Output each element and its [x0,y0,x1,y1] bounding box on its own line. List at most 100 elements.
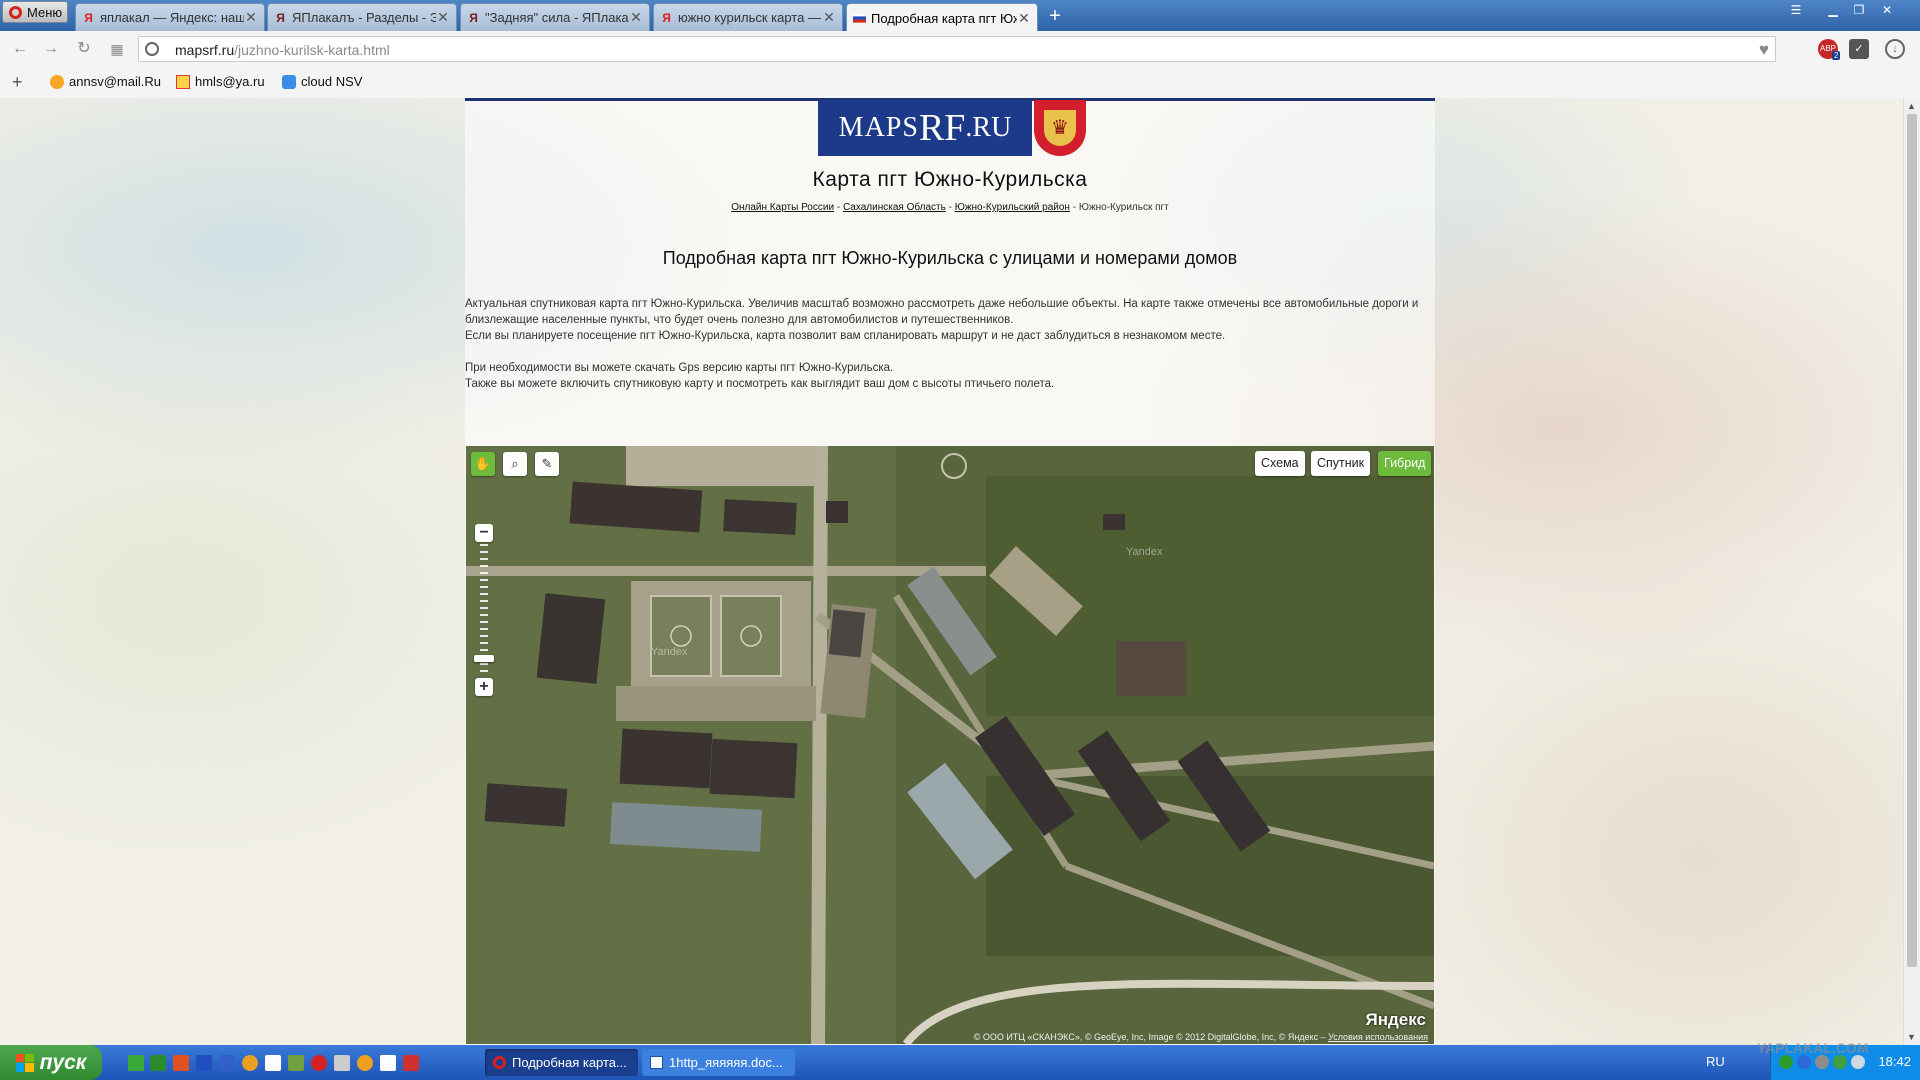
bookmark-label: hmls@ya.ru [195,74,265,89]
task-label: 1http_яяяяяя.doc... [669,1055,783,1070]
layer-scheme-button[interactable]: Схема [1255,451,1305,476]
tab-2[interactable]: Я ЯПлакалъ - Разделы - Э ✕ [267,3,457,31]
new-tab-button[interactable]: + [1044,5,1066,27]
minimize-icon[interactable]: ▁ [1822,2,1844,18]
forward-icon[interactable]: → [42,40,60,58]
menu-label: Меню [27,4,63,20]
close-tab-icon[interactable]: ✕ [436,9,450,26]
description-paragraph: Если вы планируете посещение пгт Южно-Ку… [465,330,1226,342]
tab-1[interactable]: Я яплакал — Яндекс: наш ✕ [75,3,265,31]
quicklaunch-icon[interactable] [265,1055,281,1071]
tray-icon[interactable] [1815,1055,1829,1069]
description-paragraph: Актуальная спутниковая карта пгт Южно-Ку… [465,298,1419,326]
ruler-icon[interactable]: ✎ [535,452,559,476]
terms-link[interactable]: Условия использования [1328,1032,1428,1042]
bookmark-yandex-mail[interactable]: hmls@ya.ru [176,74,265,89]
scroll-up-arrow-icon[interactable]: ▲ [1907,101,1916,111]
scrollbar-thumb[interactable] [1907,114,1917,967]
breadcrumb: Онлайн Карты России - Сахалинская Област… [465,202,1435,213]
zoom-control[interactable]: − + [474,524,494,696]
breadcrumb-separator: - [1069,202,1079,213]
pan-hand-icon[interactable]: ✋ [471,452,495,476]
language-indicator[interactable]: RU [1706,1054,1725,1069]
close-tab-icon[interactable]: ✕ [1017,10,1031,27]
quicklaunch-icon[interactable] [219,1055,235,1071]
restore-icon[interactable]: ❐ [1848,2,1870,18]
breadcrumb-current: Южно-Курильск пгт [1078,202,1169,213]
close-tab-icon[interactable]: ✕ [822,9,836,26]
breadcrumb-link-russia[interactable]: Онлайн Карты России [731,202,834,213]
satellite-map[interactable]: Yandex Yandex ✋ ⌕ ✎ Схема Спутник Гибрид… [466,446,1434,1044]
bookmark-mailru[interactable]: annsv@mail.Ru [50,74,161,89]
quicklaunch-icon[interactable] [196,1055,212,1071]
map-watermark: Yandex [1126,546,1163,558]
zoom-slider-handle[interactable] [474,655,494,663]
tab-title: "Задняя" сила - ЯПлака [485,10,629,25]
taskbar-item-word[interactable]: 1http_яяяяяя.doc... [642,1049,795,1076]
pocket-icon[interactable]: ✓ [1849,39,1869,59]
download-icon[interactable]: ↓ [1885,39,1905,59]
start-button[interactable]: пуск [0,1045,102,1080]
tab-5-active[interactable]: Подробная карта пгт Юж ✕ [846,3,1038,32]
tab-title: ЯПлакалъ - Разделы - Э [292,10,436,25]
tab-3[interactable]: Я "Задняя" сила - ЯПлака ✕ [460,3,650,31]
scroll-down-arrow-icon[interactable]: ▼ [1907,1032,1916,1042]
quicklaunch-icon[interactable] [334,1055,350,1071]
vertical-scrollbar[interactable]: ▲ ▼ [1903,98,1920,1045]
url-text: mapsrf.ru/juzhno-kurilsk-karta.html [175,42,390,58]
mail-envelope-icon [176,74,190,89]
yaplakal-icon: Я [276,10,285,25]
bookmark-label: annsv@mail.Ru [69,74,161,89]
opera-menu-button[interactable]: Меню [2,1,68,23]
site-logo[interactable]: MAPS RF .RU [818,100,1032,156]
quicklaunch-icon[interactable] [173,1055,189,1071]
address-field[interactable]: mapsrf.ru/juzhno-kurilsk-karta.html ♥ [138,36,1776,62]
heart-icon[interactable]: ♥ [1759,40,1769,60]
clock[interactable]: 18:42 [1878,1054,1911,1069]
speed-dial-icon[interactable]: ▦ [108,40,126,58]
russia-coat-of-arms-icon: ♛ [1034,100,1086,156]
zoom-out-button[interactable]: − [475,524,493,542]
windows-taskbar: пуск Подробная карта... 1http_яяяяяя.doc… [0,1045,1920,1080]
quicklaunch-icon[interactable] [380,1055,396,1071]
yandex-icon: Я [84,10,93,25]
reload-icon[interactable]: ↻ [75,40,93,58]
start-label: пуск [39,1050,87,1074]
quicklaunch-icon[interactable] [128,1055,144,1071]
quicklaunch-icon[interactable] [150,1055,166,1071]
quicklaunch-icon[interactable] [357,1055,373,1071]
quicklaunch-icon[interactable] [403,1055,419,1071]
tab-list-icon[interactable]: ☰ [1785,2,1807,18]
layer-hybrid-button[interactable]: Гибрид [1378,451,1432,476]
tray-icon[interactable] [1779,1055,1793,1069]
description-paragraph: Также вы можете включить спутниковую кар… [465,378,1055,390]
add-bookmark-icon[interactable]: + [12,72,23,93]
quicklaunch-icon[interactable] [288,1055,304,1071]
bookmarks-bar: + annsv@mail.Ru hmls@ya.ru cloud NSV [0,67,1920,99]
close-window-icon[interactable]: ✕ [1876,2,1898,18]
taskbar-item-opera[interactable]: Подробная карта... [485,1049,638,1076]
back-icon[interactable]: ← [11,40,29,58]
tab-title: яплакал — Яндекс: наш [100,10,244,25]
tab-4[interactable]: Я южно курильск карта — ✕ [653,3,843,31]
task-label: Подробная карта... [512,1055,627,1070]
layer-satellite-button[interactable]: Спутник [1311,451,1371,476]
tab-title: южно курильск карта — [678,10,821,25]
close-tab-icon[interactable]: ✕ [629,9,643,26]
zoom-area-icon[interactable]: ⌕ [503,452,527,476]
adblock-badge: 2 [1832,51,1841,60]
breadcrumb-link-oblast[interactable]: Сахалинская Область [843,202,946,213]
volume-icon[interactable] [1851,1055,1865,1069]
breadcrumb-link-district[interactable]: Южно-Курильский район [955,202,1070,213]
quicklaunch-icon[interactable] [242,1055,258,1071]
zoom-in-button[interactable]: + [475,678,493,696]
page-content: MAPS RF .RU ♛ Карта пгт Южно-Курильска О… [465,98,1435,1045]
close-tab-icon[interactable]: ✕ [244,9,258,26]
map-copyright: © ООО ИТЦ «СКАНЭКС», © GeoEye, Inc, Imag… [974,1032,1428,1042]
breadcrumb-separator: - [834,202,843,213]
tray-icon[interactable] [1833,1055,1847,1069]
tray-icon[interactable] [1797,1055,1811,1069]
bookmark-label: cloud NSV [301,74,363,89]
bookmark-cloud[interactable]: cloud NSV [282,74,362,89]
quicklaunch-icon[interactable] [311,1055,327,1071]
